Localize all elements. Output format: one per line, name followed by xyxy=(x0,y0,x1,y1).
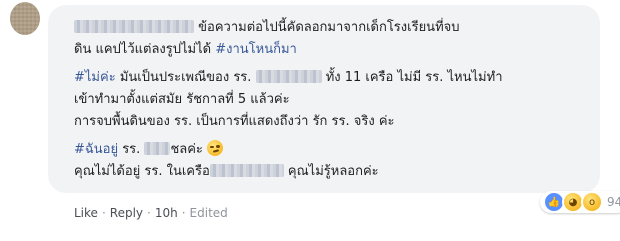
timestamp-link[interactable]: 10h xyxy=(155,206,178,220)
comment-line-1: ข้อความต่อไปนี้คัดลอกมาจากเด็กโรงเรียนที… xyxy=(74,17,586,39)
edited-label[interactable]: Edited xyxy=(190,206,228,220)
redacted-text xyxy=(144,142,171,155)
comment-line-2: ดิน แคปไว้แต่ลงรูปไม่ได้ #งานโหนก็มา xyxy=(74,42,297,57)
comment-line-6: #ฉันอยู่ รร. ชลค่ะ xyxy=(74,139,586,161)
comment-line-5: การจบพื้นดินของ รร. เป็นการที่แสดงถึงว่า… xyxy=(74,114,395,129)
avatar[interactable] xyxy=(10,2,40,35)
reply-button[interactable]: Reply xyxy=(110,206,143,220)
hashtag-link[interactable]: #ฉันอยู่ xyxy=(74,142,118,157)
separator: · xyxy=(147,206,151,220)
like-button[interactable]: Like xyxy=(74,206,98,220)
comment-line-3: #ไม่ค่ะ มันเป็นประเพณีของ รร. ทั้ง 11 เค… xyxy=(74,70,503,85)
comment-line-7: คุณไม่ได้อยู่ รร. ในเครือ คุณไม่รู้หลอกค… xyxy=(74,164,379,179)
wow-reaction-icon: o xyxy=(581,191,603,213)
separator: · xyxy=(181,206,186,220)
separator: · xyxy=(101,206,106,220)
smirk-emoji-icon xyxy=(206,140,223,156)
reaction-count: 94 xyxy=(607,195,620,209)
redacted-author-name xyxy=(74,20,194,33)
hashtag-link[interactable]: #งานโหนก็มา xyxy=(215,42,297,57)
redacted-text xyxy=(209,164,284,177)
reactions-summary[interactable]: 👍 ◕ o 94 xyxy=(540,191,620,213)
reactions-pill[interactable]: 👍 ◕ o 94 xyxy=(540,191,620,213)
comment-bubble: ข้อความต่อไปนี้คัดลอกมาจากเด็กโรงเรียนที… xyxy=(48,5,600,193)
comment-actions: Like · Reply · 10h · Edited xyxy=(74,206,228,220)
hashtag-link[interactable]: #ไม่ค่ะ xyxy=(74,70,116,85)
redacted-text xyxy=(255,70,322,83)
comment-line-4: เข้าทำมาตั้งแต่สมัย รัชกาลที่ 5 แล้วค่ะ xyxy=(74,92,290,107)
